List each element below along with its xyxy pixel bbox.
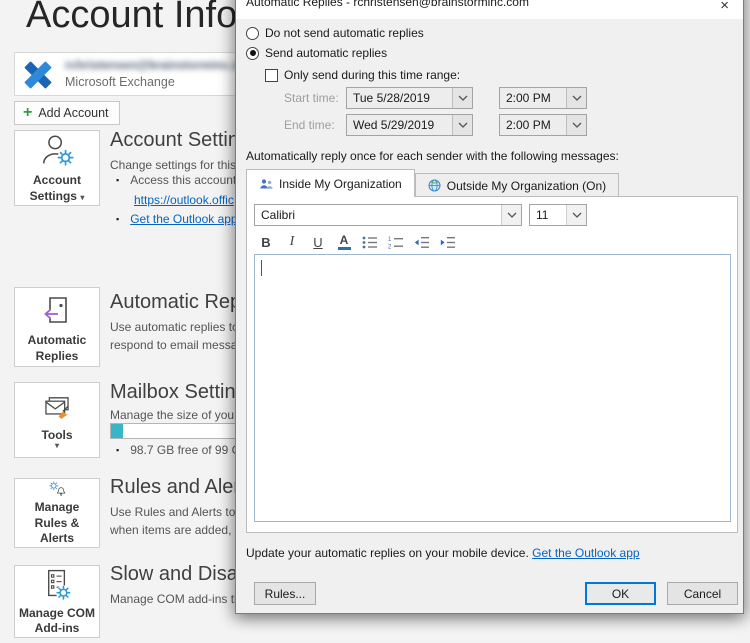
text-cursor	[261, 260, 262, 276]
globe-icon	[428, 179, 441, 192]
bullet-access-account: ▪ Access this account	[116, 173, 237, 187]
numbered-list-button[interactable]: 1 2	[384, 232, 408, 252]
radio-send-automatic-replies[interactable]: Send automatic replies	[246, 46, 387, 60]
outlook-web-link-row: https://outlook.offic	[134, 193, 234, 207]
get-outlook-app-link[interactable]: Get the Outlook app	[532, 546, 639, 560]
manage-rules-alerts-label: Manage Rules & Alerts	[34, 500, 80, 546]
automatic-replies-label: Automatic Replies	[27, 332, 87, 363]
account-settings-button[interactable]: Account Settings ▾	[14, 130, 100, 206]
message-editor-panel: Calibri 11 B I U A 1 2	[246, 196, 738, 533]
chevron-down-icon[interactable]	[566, 205, 586, 225]
section-desc: Use Rules and Alerts to h	[110, 505, 246, 519]
bullet-get-outlook-app: ▪ Get the Outlook app	[116, 212, 238, 226]
add-account-label: Add Account	[38, 106, 109, 120]
com-addins-icon	[48, 569, 71, 601]
chevron-down-icon: ▾	[54, 441, 59, 451]
organization-people-icon	[260, 178, 273, 189]
mobile-update-note: Update your automatic replies on your mo…	[246, 546, 640, 560]
chevron-down-icon[interactable]	[566, 115, 586, 135]
get-outlook-app-link[interactable]: Get the Outlook app	[130, 212, 237, 226]
manage-com-addins-button[interactable]: Manage COM Add-ins	[14, 565, 100, 638]
section-desc: when items are added, c	[110, 523, 241, 537]
automatic-replies-button[interactable]: Automatic Replies	[14, 287, 100, 367]
outlook-web-link[interactable]: https://outlook.offic	[134, 193, 234, 207]
section-desc: Manage the size of your	[110, 408, 239, 422]
chevron-down-icon[interactable]	[452, 88, 472, 108]
close-icon[interactable]: ×	[720, 0, 729, 13]
storage-free-text-row: ▪ 98.7 GB free of 99 G	[116, 443, 241, 457]
account-provider: Microsoft Exchange	[65, 75, 175, 89]
start-time-select[interactable]: 2:00 PM	[499, 87, 587, 109]
rules-button[interactable]: Rules...	[254, 582, 316, 605]
end-time-select[interactable]: 2:00 PM	[499, 114, 587, 136]
increase-indent-icon	[440, 236, 455, 248]
ok-button[interactable]: OK	[585, 582, 656, 605]
account-settings-icon	[42, 135, 74, 166]
reply-message-editor[interactable]	[254, 254, 731, 522]
bullet-square-icon: ▪	[116, 214, 120, 224]
section-desc: Change settings for this	[110, 158, 237, 172]
numbered-list-icon: 1 2	[388, 237, 403, 249]
dialog-title: Automatic Replies - rchristensen@brainst…	[246, 0, 529, 9]
decrease-indent-icon	[414, 236, 429, 248]
add-account-button[interactable]: + Add Account	[14, 101, 120, 125]
reply-once-note: Automatically reply once for each sender…	[246, 149, 619, 163]
radio-do-not-send[interactable]: Do not send automatic replies	[246, 26, 424, 40]
manage-com-addins-label: Manage COM Add-ins	[18, 605, 95, 636]
tab-inside-my-organization[interactable]: Inside My Organization	[246, 169, 415, 197]
section-desc: Use automatic replies to	[110, 320, 239, 334]
font-family-select[interactable]: Calibri	[254, 204, 522, 226]
mailbox-cleanup-tools-icon	[45, 396, 69, 419]
font-color-button[interactable]: A	[332, 232, 356, 252]
svg-text:2: 2	[388, 244, 392, 249]
tools-button[interactable]: Tools ▾	[14, 382, 100, 458]
start-date-select[interactable]: Tue 5/28/2019	[346, 87, 473, 109]
tools-label: Tools	[41, 427, 73, 442]
bullet-list-icon	[362, 236, 377, 248]
section-desc: Manage COM add-ins th	[110, 592, 241, 606]
bullet-list-button[interactable]	[358, 232, 382, 252]
bold-button[interactable]: B	[254, 232, 278, 252]
format-toolbar: B I U A 1 2	[254, 232, 460, 252]
rules-alerts-icon	[49, 481, 66, 496]
end-date-select[interactable]: Wed 5/29/2019	[346, 114, 473, 136]
manage-rules-alerts-button[interactable]: Manage Rules & Alerts	[14, 478, 100, 548]
decrease-indent-button[interactable]	[410, 232, 434, 252]
font-color-swatch	[337, 247, 351, 250]
bullet-square-icon: ▪	[116, 445, 120, 455]
section-heading-rules-alerts: Rules and Alerts	[110, 476, 256, 498]
font-size-select[interactable]: 11	[529, 204, 587, 226]
chevron-down-icon[interactable]	[452, 115, 472, 135]
dialog-titlebar: Automatic Replies - rchristensen@brainst…	[236, 0, 743, 19]
radio-selected-icon[interactable]	[246, 46, 259, 60]
checkbox-icon[interactable]	[265, 68, 278, 82]
tab-outside-my-organization[interactable]: Outside My Organization (On)	[414, 173, 620, 197]
svg-text:1: 1	[388, 237, 392, 243]
storage-progress-fill	[111, 424, 124, 438]
underline-button[interactable]: U	[306, 232, 330, 252]
automatic-replies-dialog: Automatic Replies - rchristensen@brainst…	[235, 0, 744, 614]
account-email-blurred: rchristensen@brainstorminc.com	[65, 58, 257, 72]
italic-button[interactable]: I	[280, 232, 304, 252]
section-desc: respond to email messag	[110, 338, 245, 352]
plus-icon: +	[23, 104, 33, 121]
chevron-down-icon: ▾	[80, 192, 85, 202]
chevron-down-icon[interactable]	[566, 88, 586, 108]
radio-icon[interactable]	[246, 26, 259, 40]
bullet-square-icon: ▪	[116, 175, 120, 185]
microsoft-exchange-icon	[24, 61, 52, 89]
account-settings-label: Account Settings	[29, 172, 81, 203]
increase-indent-button[interactable]	[436, 232, 460, 252]
chevron-down-icon[interactable]	[501, 205, 521, 225]
organization-tabs: Inside My Organization Outside My Organi…	[246, 169, 620, 197]
checkbox-time-range[interactable]: Only send during this time range:	[265, 68, 460, 82]
page-title: Account Infor	[26, 0, 250, 36]
cancel-button[interactable]: Cancel	[667, 582, 738, 605]
start-time-label: Start time:	[284, 91, 339, 105]
automatic-replies-icon	[44, 297, 67, 323]
end-time-label: End time:	[284, 118, 335, 132]
